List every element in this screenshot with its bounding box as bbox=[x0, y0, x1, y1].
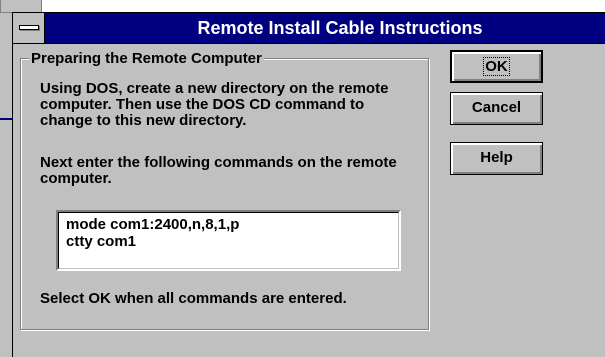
dialog-title-bar[interactable]: Remote Install Cable Instructions bbox=[13, 13, 605, 44]
system-menu-button[interactable] bbox=[13, 13, 45, 43]
command-line: ctty com1 bbox=[66, 233, 137, 250]
instructions-paragraph-1: Using DOS, create a new directory on the… bbox=[40, 80, 389, 129]
commands-list: mode com1:2400,n,8,1,p ctty com1 bbox=[58, 212, 399, 269]
group-label: Preparing the Remote Computer bbox=[29, 50, 264, 67]
help-button[interactable]: Help bbox=[450, 142, 543, 175]
command-line: mode com1:2400,n,8,1,p bbox=[66, 216, 240, 233]
footer-instruction: Select OK when all commands are entered. bbox=[40, 290, 347, 307]
system-menu-icon bbox=[19, 25, 39, 30]
ok-button-label: OK bbox=[483, 57, 510, 76]
cancel-button[interactable]: Cancel bbox=[450, 92, 543, 125]
dialog-title: Remote Install Cable Instructions bbox=[197, 18, 483, 38]
commands-box[interactable]: mode com1:2400,n,8,1,p ctty com1 bbox=[56, 210, 401, 271]
instructions-paragraph-2: Next enter the following commands on the… bbox=[40, 154, 397, 187]
ok-button[interactable]: OK bbox=[450, 50, 543, 83]
